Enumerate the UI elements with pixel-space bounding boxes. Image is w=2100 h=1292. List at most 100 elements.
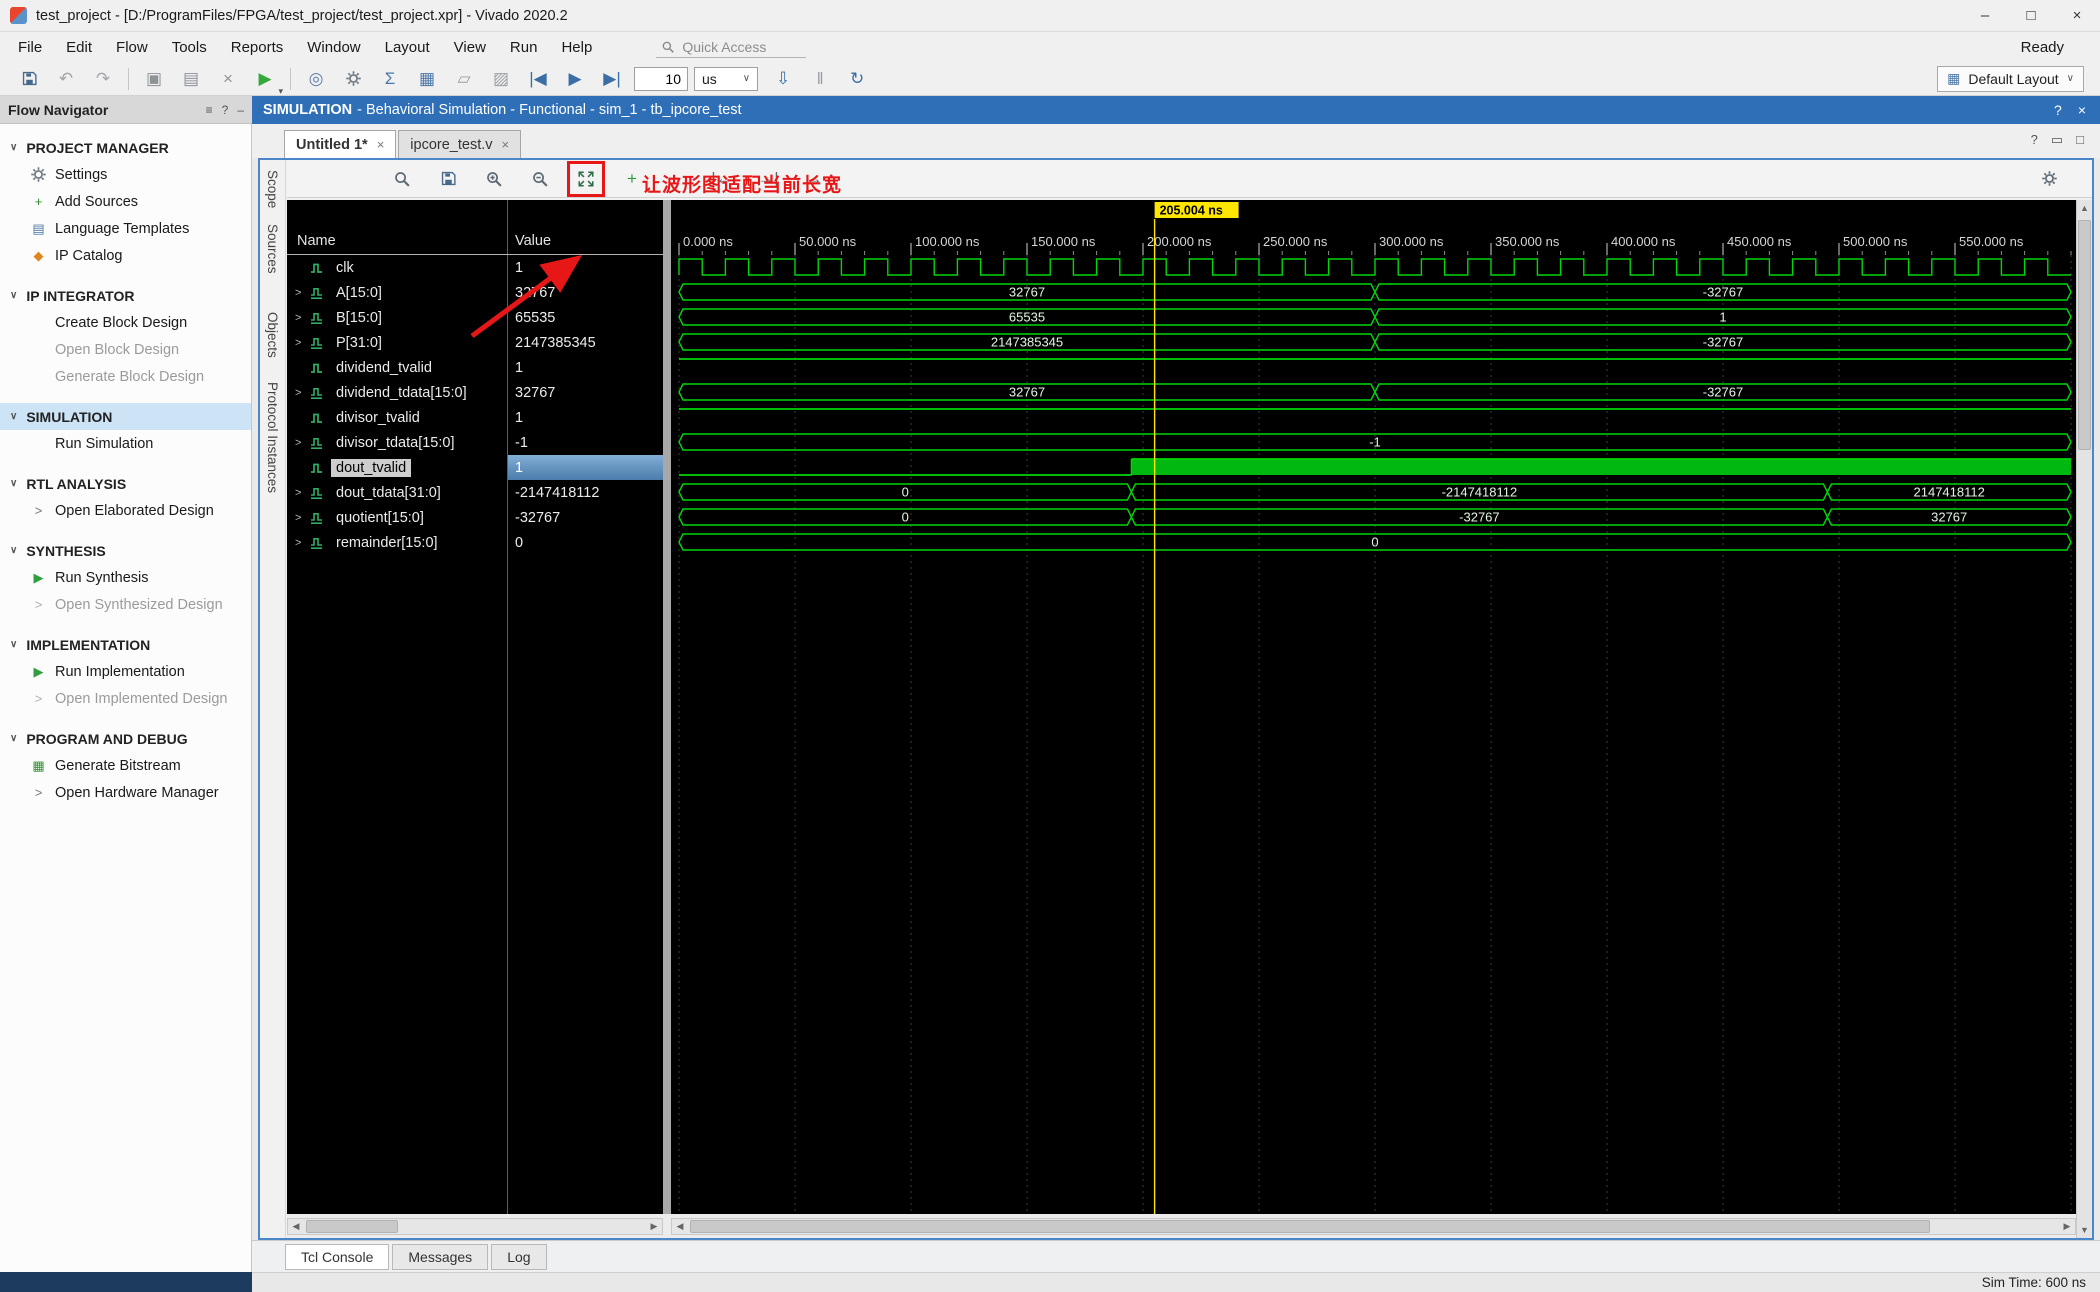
dashboard-icon[interactable]: ◎ — [301, 65, 331, 93]
side-tab-objects[interactable]: Objects — [265, 312, 280, 358]
signal-row-divisor-tvalid[interactable]: divisor_tvalid 1 — [287, 405, 663, 430]
signal-row-dividend-tdata-15-0[interactable]: > dividend_tdata[15:0] 32767 — [287, 380, 663, 405]
close-icon[interactable]: × — [2078, 102, 2086, 118]
undo-icon[interactable]: ↶ — [51, 65, 81, 93]
flow-item-ip-catalog[interactable]: ◆ IP Catalog — [0, 242, 251, 269]
sim-runtime-unit-select[interactable]: us ∨ — [694, 66, 759, 91]
panel-splitter[interactable] — [663, 200, 671, 1214]
expander-icon[interactable]: > — [295, 537, 310, 549]
menu-layout[interactable]: Layout — [373, 32, 442, 62]
flow-item-run-simulation[interactable]: Run Simulation — [0, 430, 251, 457]
redo-icon[interactable]: ↷ — [88, 65, 118, 93]
sim-runtime-input[interactable] — [634, 66, 688, 91]
minimize-icon[interactable]: – — [237, 103, 244, 117]
flow-item-run-synthesis[interactable]: ▶ Run Synthesis — [0, 564, 251, 591]
expander-icon[interactable]: > — [295, 387, 310, 399]
quick-access-search[interactable]: Quick Access — [656, 37, 807, 58]
signal-row-a-15-0[interactable]: > A[15:0] 32767 — [287, 280, 663, 305]
side-tab-scope[interactable]: Scope — [265, 170, 280, 208]
flow-item-language-templates[interactable]: ▤ Language Templates — [0, 215, 251, 242]
signal-row-remainder-15-0[interactable]: > remainder[15:0] 0 — [287, 530, 663, 555]
layout-select[interactable]: ▦ Default Layout ∨ — [1937, 65, 2084, 92]
flow-section-header-project-manager[interactable]: ∨ PROJECT MANAGER — [0, 134, 251, 161]
settings-icon[interactable] — [338, 65, 368, 93]
menu-help[interactable]: Help — [549, 32, 604, 62]
scroll-thumb[interactable] — [2078, 220, 2091, 450]
side-tab-sources[interactable]: Sources — [265, 224, 280, 274]
tab-ipcore-test-v[interactable]: ipcore_test.v × — [398, 130, 522, 158]
scroll-right-icon[interactable]: ▶ — [2059, 1221, 2075, 1232]
names-hscrollbar[interactable]: ◀ ▶ — [287, 1218, 663, 1235]
help-icon[interactable]: ? — [222, 103, 229, 117]
scroll-right-icon[interactable]: ▶ — [646, 1221, 662, 1232]
tab-log[interactable]: Log — [491, 1243, 547, 1270]
scroll-left-icon[interactable]: ◀ — [288, 1221, 304, 1232]
flow-section-header-ip-integrator[interactable]: ∨ IP INTEGRATOR — [0, 282, 251, 309]
maximize-button[interactable]: □ — [2008, 0, 2054, 31]
scroll-track[interactable] — [304, 1219, 646, 1234]
scroll-left-icon[interactable]: ◀ — [672, 1221, 688, 1232]
close-icon[interactable]: × — [377, 137, 385, 152]
flow-section-header-rtl-analysis[interactable]: ∨ RTL ANALYSIS — [0, 470, 251, 497]
delete-icon[interactable]: × — [213, 65, 243, 93]
signal-row-dividend-tvalid[interactable]: dividend_tvalid 1 — [287, 355, 663, 380]
restart-icon[interactable]: |◀ — [523, 65, 553, 93]
zoom-in-icon[interactable] — [479, 165, 509, 193]
pause-icon[interactable]: ‖ — [805, 65, 835, 93]
step-icon[interactable]: ⇩ — [768, 65, 798, 93]
save-waveform-icon[interactable] — [433, 165, 463, 193]
run-all-icon[interactable]: ▶ — [560, 65, 590, 93]
tab-untitled-1[interactable]: Untitled 1* × — [284, 130, 397, 158]
side-tab-protocol-instances[interactable]: Protocol Instances — [265, 382, 280, 493]
zoom-fit-icon[interactable] — [567, 160, 605, 197]
signal-row-dout-tvalid[interactable]: dout_tvalid 1 — [287, 455, 663, 480]
menu-view[interactable]: View — [442, 32, 498, 62]
scroll-track[interactable] — [688, 1219, 2059, 1234]
maximize-icon[interactable]: □ — [2076, 132, 2084, 148]
waveform-canvas[interactable]: 0.000 ns 50.000 ns 100.000 ns 150.000 ns 200… — [671, 200, 2076, 1214]
tab-messages[interactable]: Messages — [392, 1243, 489, 1270]
help-icon[interactable]: ? — [2054, 102, 2062, 118]
signal-row-divisor-tdata-15-0[interactable]: > divisor_tdata[15:0] -1 — [287, 430, 663, 455]
flow-item-add-sources[interactable]: + Add Sources — [0, 188, 251, 215]
signal-row-p-31-0[interactable]: > P[31:0] 2147385345 — [287, 330, 663, 355]
paste-icon[interactable]: ▤ — [176, 65, 206, 93]
collapse-icon[interactable]: ≡ — [206, 103, 213, 117]
wave-hscrollbar[interactable]: ◀ ▶ — [671, 1218, 2076, 1235]
menu-edit[interactable]: Edit — [54, 32, 104, 62]
close-button[interactable]: × — [2054, 0, 2100, 31]
expander-icon[interactable]: > — [295, 437, 310, 449]
wave-vscrollbar[interactable]: ▲ ▼ — [2076, 200, 2092, 1238]
expander-icon[interactable]: > — [295, 287, 310, 299]
signal-row-dout-tdata-31-0[interactable]: > dout_tdata[31:0] -2147418112 — [287, 480, 663, 505]
menu-window[interactable]: Window — [295, 32, 372, 62]
flow-item-create-block-design[interactable]: Create Block Design — [0, 309, 251, 336]
close-icon[interactable]: × — [502, 137, 510, 152]
run-for-icon[interactable]: ▶| — [597, 65, 627, 93]
flow-item-run-implementation[interactable]: ▶ Run Implementation — [0, 658, 251, 685]
flow-section-header-program-and-debug[interactable]: ∨ PROGRAM AND DEBUG — [0, 725, 251, 752]
flow-item-generate-bitstream[interactable]: ▦ Generate Bitstream — [0, 752, 251, 779]
expander-icon[interactable]: > — [295, 312, 310, 324]
scroll-thumb[interactable] — [306, 1220, 398, 1233]
menu-file[interactable]: File — [6, 32, 54, 62]
expander-icon[interactable]: > — [295, 337, 310, 349]
signal-row-b-15-0[interactable]: > B[15:0] 65535 — [287, 305, 663, 330]
copy-icon[interactable]: ▣ — [139, 65, 169, 93]
clean-icon[interactable]: ▨ — [486, 65, 516, 93]
help-icon[interactable]: ? — [2031, 132, 2038, 148]
breakpoints-icon[interactable]: ▦ — [412, 65, 442, 93]
flow-item-open-elaborated-design[interactable]: > Open Elaborated Design — [0, 497, 251, 524]
expander-icon[interactable]: > — [295, 487, 310, 499]
flow-section-header-implementation[interactable]: ∨ IMPLEMENTATION — [0, 631, 251, 658]
menu-tools[interactable]: Tools — [160, 32, 219, 62]
flow-section-header-synthesis[interactable]: ∨ SYNTHESIS — [0, 537, 251, 564]
minimize-button[interactable]: – — [1962, 0, 2008, 31]
signal-row-quotient-15-0[interactable]: > quotient[15:0] -32767 — [287, 505, 663, 530]
relaunch-icon[interactable]: ↻ — [842, 65, 872, 93]
scroll-thumb[interactable] — [690, 1220, 1930, 1233]
float-icon[interactable]: ▭ — [2051, 132, 2063, 148]
zoom-out-icon[interactable] — [525, 165, 555, 193]
add-function-icon[interactable]: Σ — [375, 65, 405, 93]
scroll-up-icon[interactable]: ▲ — [2077, 200, 2092, 216]
